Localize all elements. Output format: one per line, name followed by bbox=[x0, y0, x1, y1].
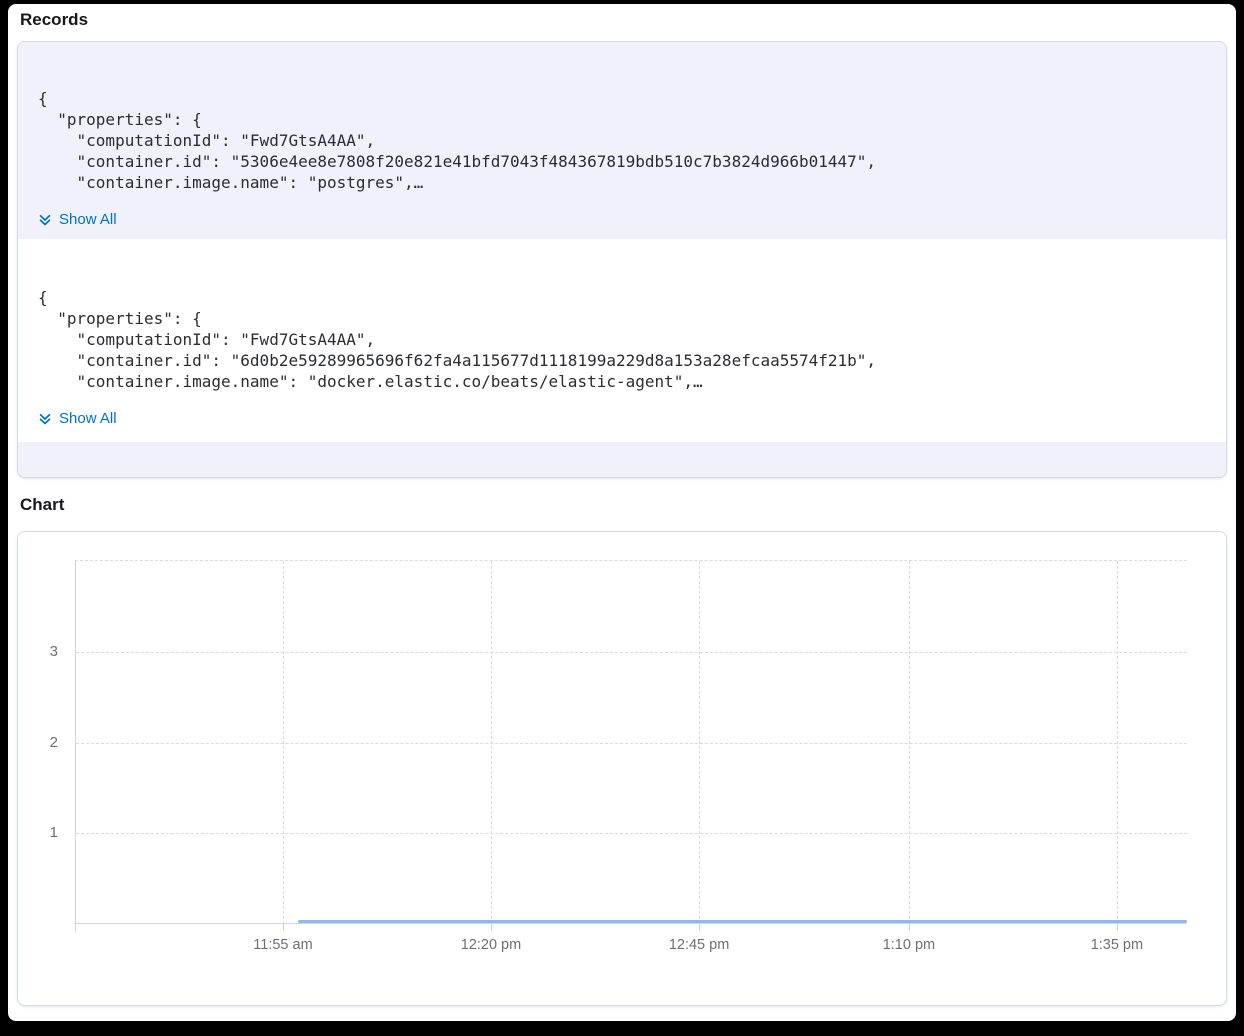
code-line: "container.image.name": "postgres",… bbox=[38, 172, 1206, 193]
y-gridline bbox=[76, 652, 1187, 653]
records-panel: { "properties": { "computationId": "Fwd7… bbox=[17, 41, 1227, 478]
code-line: "properties": { bbox=[38, 109, 1206, 130]
x-axis-tick bbox=[909, 924, 910, 930]
record-item-partial bbox=[18, 442, 1226, 477]
double-chevron-down-icon bbox=[38, 412, 52, 426]
x-gridline bbox=[283, 561, 284, 924]
x-gridline bbox=[491, 561, 492, 924]
record-item: { "properties": { "computationId": "Fwd7… bbox=[18, 239, 1226, 442]
code-line: "container.id": "6d0b2e59289965696f62fa4… bbox=[38, 350, 1206, 371]
x-axis-line bbox=[76, 923, 1187, 924]
page: Records { "properties": { "computationId… bbox=[8, 4, 1236, 1021]
chart-plot: 12311:55 am12:20 pm12:45 pm1:10 pm1:35 p… bbox=[75, 560, 1187, 924]
show-all-button[interactable]: Show All bbox=[36, 408, 119, 429]
code-line: "container.image.name": "docker.elastic.… bbox=[38, 371, 1206, 392]
x-axis-tick-label: 11:55 am bbox=[223, 936, 343, 954]
x-axis-tick-label: 12:20 pm bbox=[431, 936, 551, 954]
x-gridline bbox=[699, 561, 700, 924]
code-line: "properties": { bbox=[38, 308, 1206, 329]
record-code: { "properties": { "computationId": "Fwd7… bbox=[38, 287, 1206, 392]
chart-series-line bbox=[298, 920, 1187, 923]
show-all-label: Show All bbox=[59, 410, 117, 427]
records-heading: Records bbox=[20, 10, 1236, 30]
x-axis-tick-label: 1:10 pm bbox=[849, 936, 969, 954]
chart-heading: Chart bbox=[20, 495, 1236, 515]
code-line: { bbox=[38, 287, 1206, 308]
code-line: "computationId": "Fwd7GtsA4AA", bbox=[38, 329, 1206, 350]
y-axis-tick-label: 3 bbox=[30, 642, 58, 662]
code-line: "container.id": "5306e4ee8e7808f20e821e4… bbox=[38, 151, 1206, 172]
show-all-button[interactable]: Show All bbox=[36, 209, 119, 230]
record-code: { "properties": { "computationId": "Fwd7… bbox=[38, 88, 1206, 193]
x-axis-tick bbox=[283, 924, 284, 930]
x-axis-tick bbox=[699, 924, 700, 930]
x-axis-tick bbox=[1117, 924, 1118, 930]
y-axis-tick-label: 1 bbox=[30, 823, 58, 843]
chart-card: 1 2 3 11:55 am 12:20 pm 12:45 pm 1:10 pm 1:35 p… bbox=[17, 531, 1227, 1006]
x-gridline bbox=[909, 561, 910, 924]
y-axis-line bbox=[75, 924, 76, 932]
y-gridline bbox=[76, 833, 1187, 834]
code-line: { bbox=[38, 88, 1206, 109]
x-gridline bbox=[1117, 561, 1118, 924]
x-axis-tick-label: 1:35 pm bbox=[1057, 936, 1177, 954]
show-all-label: Show All bbox=[59, 211, 117, 228]
double-chevron-down-icon bbox=[38, 213, 52, 227]
record-item: { "properties": { "computationId": "Fwd7… bbox=[18, 42, 1226, 239]
x-axis-tick bbox=[491, 924, 492, 930]
x-axis-tick-label: 12:45 pm bbox=[639, 936, 759, 954]
y-gridline bbox=[76, 743, 1187, 744]
y-axis-tick-label: 2 bbox=[30, 733, 58, 753]
code-line: "computationId": "Fwd7GtsA4AA", bbox=[38, 130, 1206, 151]
